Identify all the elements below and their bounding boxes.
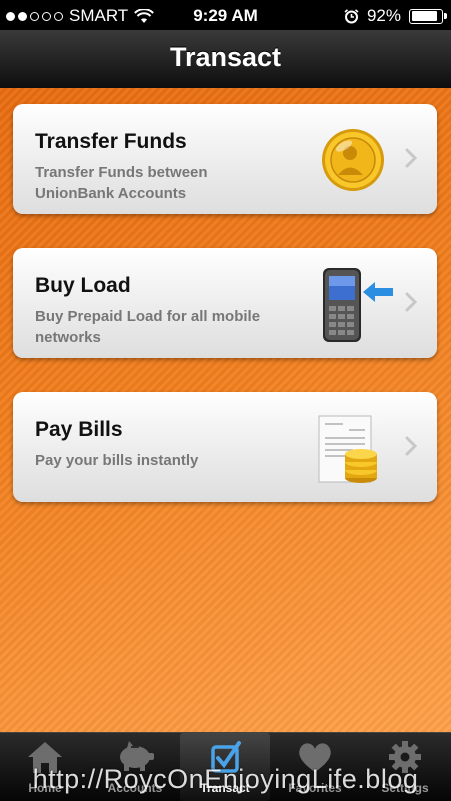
tab-favorites[interactable]: Favorites	[270, 733, 360, 801]
transfer-funds-card[interactable]: Transfer Funds Transfer Funds between Un…	[13, 104, 437, 214]
card-description: Pay your bills instantly	[35, 452, 199, 469]
house-icon	[28, 742, 62, 773]
tab-label: Transact	[200, 781, 250, 795]
tab-label: Accounts	[107, 781, 163, 795]
card-title: Transfer Funds	[35, 130, 187, 153]
gear-icon	[389, 741, 421, 773]
tab-label: Favorites	[288, 781, 342, 795]
pay-bills-card[interactable]: Pay Bills Pay your bills instantly	[13, 392, 437, 502]
piggy-bank-icon	[120, 741, 154, 771]
tab-bar: Home Accounts Transact Favorites Setting…	[0, 732, 451, 801]
card-title: Pay Bills	[35, 418, 123, 441]
navigation-bar: Transact	[0, 30, 451, 89]
page-title: Transact	[169, 42, 282, 72]
chevron-right-icon	[405, 436, 418, 456]
transact-menu: Transfer Funds Transfer Funds between Un…	[0, 88, 451, 732]
card-description: Buy Prepaid Load for all mobile networks	[35, 308, 261, 346]
mobile-phone-icon	[323, 268, 393, 342]
tab-label: Settings	[381, 781, 429, 795]
tab-transact[interactable]: Transact	[180, 733, 270, 801]
status-bar: SMART 9:29 AM 92%	[0, 0, 451, 30]
tab-settings[interactable]: Settings	[360, 733, 450, 801]
alarm-clock-icon	[344, 8, 359, 23]
tab-accounts[interactable]: Accounts	[90, 733, 180, 801]
chevron-right-icon	[405, 148, 418, 168]
buy-load-card[interactable]: Buy Load Buy Prepaid Load for all mobile…	[13, 248, 437, 358]
chevron-right-icon	[405, 292, 418, 312]
gold-coin-icon	[322, 129, 384, 191]
battery-icon	[409, 8, 447, 24]
heart-icon	[299, 743, 331, 772]
bill-and-coins-icon	[318, 415, 377, 483]
card-description: Transfer Funds between UnionBank Account…	[35, 164, 208, 202]
card-title: Buy Load	[35, 274, 131, 297]
tab-home[interactable]: Home	[0, 733, 90, 801]
checkbox-icon	[211, 741, 241, 773]
battery-percent: 92%	[366, 6, 401, 25]
tab-label: Home	[28, 781, 62, 795]
